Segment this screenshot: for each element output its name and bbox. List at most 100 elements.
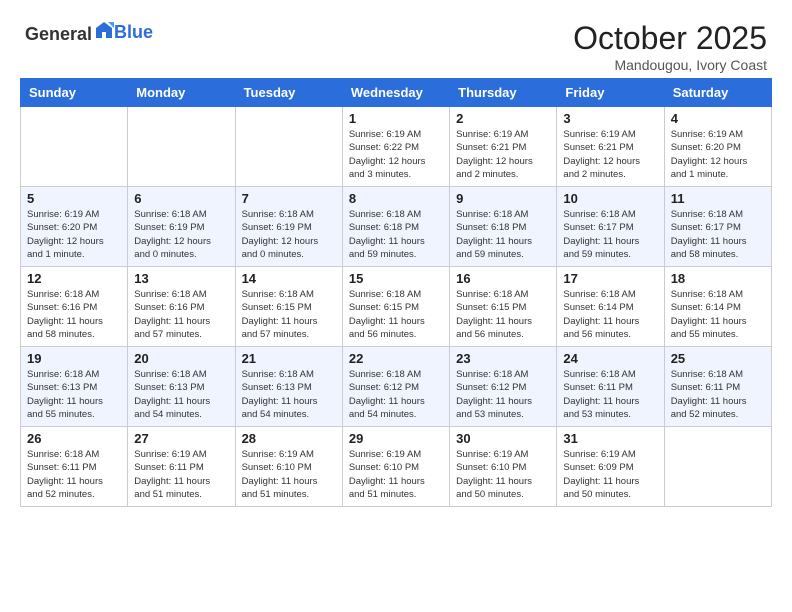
location-title: Mandougou, Ivory Coast <box>573 57 767 73</box>
calendar-day-19: 19 Sunrise: 6:18 AM Sunset: 6:13 PM Dayli… <box>21 347 128 427</box>
day-info: Sunrise: 6:18 AM Sunset: 6:13 PM Dayligh… <box>134 368 228 421</box>
logo-icon <box>94 20 114 40</box>
day-info: Sunrise: 6:19 AM Sunset: 6:21 PM Dayligh… <box>563 128 657 181</box>
day-info: Sunrise: 6:18 AM Sunset: 6:14 PM Dayligh… <box>563 288 657 341</box>
calendar-day-18: 18 Sunrise: 6:18 AM Sunset: 6:14 PM Dayli… <box>664 267 771 347</box>
calendar-day-28: 28 Sunrise: 6:19 AM Sunset: 6:10 PM Dayli… <box>235 427 342 507</box>
day-info: Sunrise: 6:18 AM Sunset: 6:15 PM Dayligh… <box>456 288 550 341</box>
day-info: Sunrise: 6:19 AM Sunset: 6:10 PM Dayligh… <box>242 448 336 501</box>
weekday-header-monday: Monday <box>128 79 235 107</box>
day-info: Sunrise: 6:18 AM Sunset: 6:11 PM Dayligh… <box>671 368 765 421</box>
day-info: Sunrise: 6:18 AM Sunset: 6:17 PM Dayligh… <box>671 208 765 261</box>
day-number: 15 <box>349 271 443 286</box>
day-info: Sunrise: 6:18 AM Sunset: 6:11 PM Dayligh… <box>27 448 121 501</box>
day-info: Sunrise: 6:19 AM Sunset: 6:22 PM Dayligh… <box>349 128 443 181</box>
day-info: Sunrise: 6:19 AM Sunset: 6:20 PM Dayligh… <box>671 128 765 181</box>
page-header: General Blue October 2025 Mandougou, Ivo… <box>10 10 782 78</box>
day-number: 4 <box>671 111 765 126</box>
day-info: Sunrise: 6:19 AM Sunset: 6:21 PM Dayligh… <box>456 128 550 181</box>
day-number: 22 <box>349 351 443 366</box>
calendar-day-14: 14Sunrise: 6:18 AM Sunset: 6:15 PM Dayli… <box>235 267 342 347</box>
calendar-week-row: 1 Sunrise: 6:19 AM Sunset: 6:22 PM Daylig… <box>21 107 772 187</box>
day-info: Sunrise: 6:18 AM Sunset: 6:15 PM Dayligh… <box>242 288 336 341</box>
calendar-header-row: SundayMondayTuesdayWednesdayThursdayFrid… <box>21 79 772 107</box>
calendar-day-15: 15Sunrise: 6:18 AM Sunset: 6:15 PM Dayli… <box>342 267 449 347</box>
empty-day-cell <box>235 107 342 187</box>
calendar-day-27: 27 Sunrise: 6:19 AM Sunset: 6:11 PM Dayli… <box>128 427 235 507</box>
weekday-header-wednesday: Wednesday <box>342 79 449 107</box>
day-number: 26 <box>27 431 121 446</box>
calendar-day-1: 1 Sunrise: 6:19 AM Sunset: 6:22 PM Daylig… <box>342 107 449 187</box>
empty-day-cell <box>21 107 128 187</box>
day-info: Sunrise: 6:18 AM Sunset: 6:12 PM Dayligh… <box>456 368 550 421</box>
day-info: Sunrise: 6:18 AM Sunset: 6:19 PM Dayligh… <box>242 208 336 261</box>
day-info: Sunrise: 6:18 AM Sunset: 6:11 PM Dayligh… <box>563 368 657 421</box>
day-info: Sunrise: 6:19 AM Sunset: 6:10 PM Dayligh… <box>456 448 550 501</box>
calendar-day-10: 10 Sunrise: 6:18 AM Sunset: 6:17 PM Dayli… <box>557 187 664 267</box>
calendar-day-2: 2Sunrise: 6:19 AM Sunset: 6:21 PM Daylig… <box>450 107 557 187</box>
day-number: 8 <box>349 191 443 206</box>
day-number: 16 <box>456 271 550 286</box>
calendar-day-26: 26 Sunrise: 6:18 AM Sunset: 6:11 PM Dayli… <box>21 427 128 507</box>
day-number: 25 <box>671 351 765 366</box>
day-number: 3 <box>563 111 657 126</box>
day-number: 19 <box>27 351 121 366</box>
day-number: 23 <box>456 351 550 366</box>
day-info: Sunrise: 6:18 AM Sunset: 6:18 PM Dayligh… <box>456 208 550 261</box>
day-number: 10 <box>563 191 657 206</box>
calendar-day-12: 12Sunrise: 6:18 AM Sunset: 6:16 PM Dayli… <box>21 267 128 347</box>
calendar-day-3: 3 Sunrise: 6:19 AM Sunset: 6:21 PM Daylig… <box>557 107 664 187</box>
day-info: Sunrise: 6:18 AM Sunset: 6:19 PM Dayligh… <box>134 208 228 261</box>
calendar-day-22: 22Sunrise: 6:18 AM Sunset: 6:12 PM Dayli… <box>342 347 449 427</box>
logo: General Blue <box>25 20 153 45</box>
day-number: 24 <box>563 351 657 366</box>
day-info: Sunrise: 6:19 AM Sunset: 6:11 PM Dayligh… <box>134 448 228 501</box>
day-number: 13 <box>134 271 228 286</box>
calendar-day-11: 11 Sunrise: 6:18 AM Sunset: 6:17 PM Dayli… <box>664 187 771 267</box>
day-number: 7 <box>242 191 336 206</box>
day-number: 1 <box>349 111 443 126</box>
calendar-day-30: 30 Sunrise: 6:19 AM Sunset: 6:10 PM Dayli… <box>450 427 557 507</box>
weekday-header-saturday: Saturday <box>664 79 771 107</box>
day-number: 18 <box>671 271 765 286</box>
day-number: 31 <box>563 431 657 446</box>
day-number: 11 <box>671 191 765 206</box>
day-number: 21 <box>242 351 336 366</box>
day-number: 12 <box>27 271 121 286</box>
calendar-day-20: 20 Sunrise: 6:18 AM Sunset: 6:13 PM Dayli… <box>128 347 235 427</box>
calendar-week-row: 19 Sunrise: 6:18 AM Sunset: 6:13 PM Dayli… <box>21 347 772 427</box>
calendar-day-23: 23 Sunrise: 6:18 AM Sunset: 6:12 PM Dayli… <box>450 347 557 427</box>
calendar-day-31: 31Sunrise: 6:19 AM Sunset: 6:09 PM Dayli… <box>557 427 664 507</box>
day-number: 5 <box>27 191 121 206</box>
calendar-day-7: 7 Sunrise: 6:18 AM Sunset: 6:19 PM Daylig… <box>235 187 342 267</box>
calendar-day-16: 16 Sunrise: 6:18 AM Sunset: 6:15 PM Dayli… <box>450 267 557 347</box>
day-number: 30 <box>456 431 550 446</box>
weekday-header-friday: Friday <box>557 79 664 107</box>
day-number: 28 <box>242 431 336 446</box>
calendar-day-25: 25 Sunrise: 6:18 AM Sunset: 6:11 PM Dayli… <box>664 347 771 427</box>
title-section: October 2025 Mandougou, Ivory Coast <box>573 20 767 73</box>
calendar-week-row: 12 Sunrise: 6:18 AM Sunset: 6:16 PM Dayli… <box>21 267 772 347</box>
calendar-day-9: 9 Sunrise: 6:18 AM Sunset: 6:18 PM Daylig… <box>450 187 557 267</box>
day-number: 27 <box>134 431 228 446</box>
logo-blue: Blue <box>114 22 153 42</box>
calendar-day-17: 17 Sunrise: 6:18 AM Sunset: 6:14 PM Dayli… <box>557 267 664 347</box>
day-info: Sunrise: 6:18 AM Sunset: 6:14 PM Dayligh… <box>671 288 765 341</box>
day-info: Sunrise: 6:19 AM Sunset: 6:20 PM Dayligh… <box>27 208 121 261</box>
weekday-header-tuesday: Tuesday <box>235 79 342 107</box>
month-title: October 2025 <box>573 20 767 57</box>
calendar-day-24: 24 Sunrise: 6:18 AM Sunset: 6:11 PM Dayli… <box>557 347 664 427</box>
weekday-header-sunday: Sunday <box>21 79 128 107</box>
day-info: Sunrise: 6:18 AM Sunset: 6:18 PM Dayligh… <box>349 208 443 261</box>
calendar-day-29: 29Sunrise: 6:19 AM Sunset: 6:10 PM Dayli… <box>342 427 449 507</box>
calendar-day-4: 4 Sunrise: 6:19 AM Sunset: 6:20 PM Daylig… <box>664 107 771 187</box>
day-info: Sunrise: 6:18 AM Sunset: 6:13 PM Dayligh… <box>27 368 121 421</box>
day-number: 9 <box>456 191 550 206</box>
day-info: Sunrise: 6:18 AM Sunset: 6:16 PM Dayligh… <box>134 288 228 341</box>
day-number: 17 <box>563 271 657 286</box>
day-info: Sunrise: 6:18 AM Sunset: 6:17 PM Dayligh… <box>563 208 657 261</box>
calendar-day-8: 8 Sunrise: 6:18 AM Sunset: 6:18 PM Daylig… <box>342 187 449 267</box>
calendar-day-21: 21Sunrise: 6:18 AM Sunset: 6:13 PM Dayli… <box>235 347 342 427</box>
day-number: 20 <box>134 351 228 366</box>
calendar-week-row: 5 Sunrise: 6:19 AM Sunset: 6:20 PM Daylig… <box>21 187 772 267</box>
